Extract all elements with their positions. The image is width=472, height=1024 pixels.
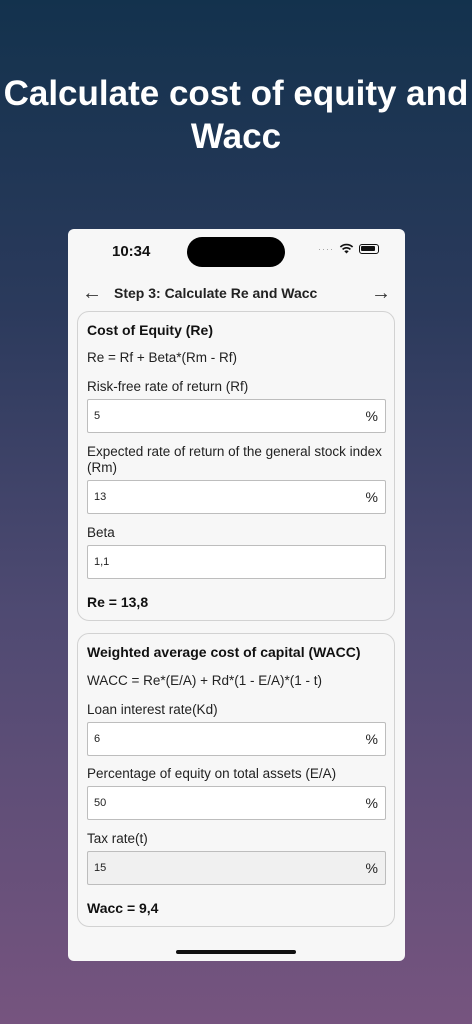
rm-unit: % [365, 489, 378, 505]
kd-unit: % [365, 731, 378, 747]
arrow-right-icon[interactable]: → [371, 281, 391, 305]
rm-input[interactable]: 13 % [87, 480, 386, 514]
rf-value: 5 [94, 410, 101, 422]
beta-label: Beta [87, 525, 115, 540]
rf-unit: % [365, 408, 378, 424]
wifi-icon [339, 243, 354, 254]
ea-label: Percentage of equity on total assets (E/… [87, 766, 337, 781]
rm-value: 13 [94, 491, 107, 503]
tax-label: Tax rate(t) [87, 831, 148, 846]
beta-input[interactable]: 1,1 [87, 545, 386, 579]
rf-input[interactable]: 5 % [87, 399, 386, 433]
equity-formula: Re = Rf + Beta*(Rm - Rf) [87, 350, 238, 365]
rf-label: Risk-free rate of return (Rf) [87, 379, 249, 394]
nav-title: Step 3: Calculate Re and Wacc [114, 285, 318, 301]
wacc-card: Weighted average cost of capital (WACC) … [77, 633, 395, 927]
ea-unit: % [365, 795, 378, 811]
tax-value: 15 [94, 862, 107, 874]
rm-label: Expected rate of return of the general s… [87, 444, 382, 475]
status-time: 10:34 [112, 243, 151, 260]
page-headline: Calculate cost of equity and Wacc [3, 74, 469, 156]
ea-input[interactable]: 50 % [87, 786, 386, 820]
beta-value: 1,1 [94, 556, 110, 568]
re-result: Re = 13,8 [87, 594, 149, 610]
cost-of-equity-card: Cost of Equity (Re) Re = Rf + Beta*(Rm -… [77, 311, 395, 621]
battery-icon [359, 243, 379, 254]
equity-card-title: Cost of Equity (Re) [87, 322, 213, 338]
phone-screen: 10:34 ···· ← Step 3: Calculate Re and Wa… [68, 229, 405, 961]
kd-label: Loan interest rate(Kd) [87, 702, 218, 717]
kd-input[interactable]: 6 % [87, 722, 386, 756]
tax-input[interactable]: 15 % [87, 851, 386, 885]
signal-dots: ···· [318, 243, 334, 254]
status-icons: ···· [318, 243, 379, 254]
ea-value: 50 [94, 797, 107, 809]
tax-unit: % [365, 860, 378, 876]
navigation-bar: ← Step 3: Calculate Re and Wacc → [68, 281, 405, 305]
kd-value: 6 [94, 733, 101, 745]
home-indicator[interactable] [176, 950, 296, 954]
dynamic-island [187, 237, 285, 267]
wacc-card-title: Weighted average cost of capital (WACC) [87, 644, 361, 660]
wacc-result: Wacc = 9,4 [87, 900, 159, 916]
arrow-left-icon[interactable]: ← [82, 281, 102, 305]
wacc-formula: WACC = Re*(E/A) + Rd*(1 - E/A)*(1 - t) [87, 673, 323, 688]
